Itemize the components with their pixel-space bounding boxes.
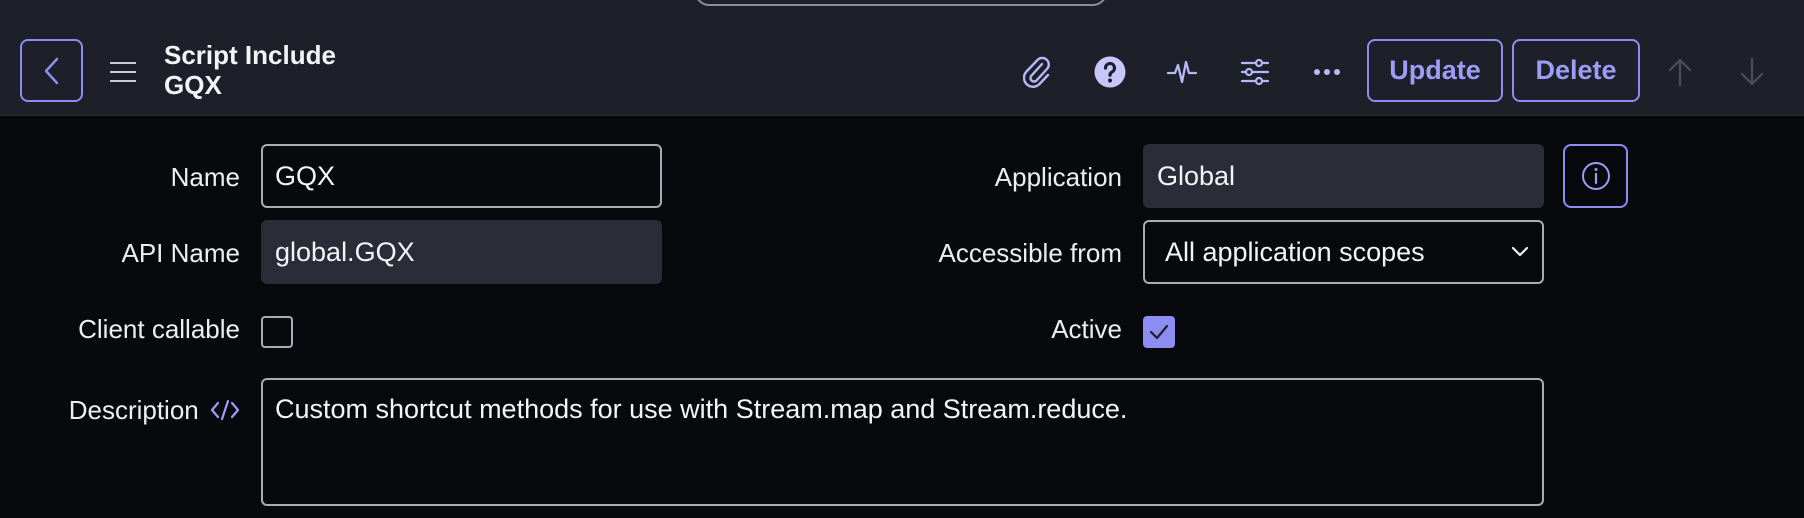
top-bar [0, 0, 1804, 24]
application-field: Global [1143, 144, 1544, 208]
activity-icon[interactable] [1162, 52, 1202, 92]
record-title: Script Include GQX [164, 40, 336, 100]
active-checkbox[interactable] [1143, 316, 1175, 348]
active-label: Active [1051, 314, 1122, 344]
code-icon[interactable] [210, 399, 240, 421]
description-label-row: Description [20, 378, 240, 442]
update-button[interactable]: Update [1367, 39, 1503, 102]
name-field[interactable]: GQX [261, 144, 662, 208]
arrow-up-icon[interactable] [1660, 52, 1700, 92]
chevron-down-icon [1511, 246, 1529, 257]
menu-icon[interactable] [110, 62, 136, 82]
info-icon [1581, 162, 1610, 190]
api-name-label: API Name [121, 238, 241, 268]
record-name-label: GQX [164, 70, 222, 100]
accessible-from-value: All application scopes [1165, 237, 1425, 267]
name-label: Name [170, 162, 240, 192]
chevron-left-icon [44, 57, 58, 84]
accessible-from-label: Accessible from [938, 238, 1123, 268]
paperclip-icon[interactable] [1018, 52, 1058, 92]
client-callable-checkbox[interactable] [261, 316, 293, 348]
arrow-down-icon[interactable] [1732, 52, 1772, 92]
global-search-field[interactable] [695, 0, 1107, 6]
settings-sliders-icon[interactable] [1235, 52, 1275, 92]
checkmark-icon [1149, 324, 1169, 340]
client-callable-label: Client callable [78, 314, 240, 344]
accessible-from-select[interactable]: All application scopes [1143, 220, 1544, 284]
more-icon[interactable] [1307, 52, 1347, 92]
api-name-field: global.GQX [261, 220, 662, 284]
record-type-label: Script Include [164, 40, 336, 70]
application-info-button[interactable] [1563, 144, 1628, 208]
description-textarea[interactable]: Custom shortcut methods for use with Str… [261, 378, 1544, 506]
application-label: Application [994, 162, 1122, 192]
back-button[interactable] [20, 39, 83, 102]
help-icon[interactable] [1090, 52, 1130, 92]
description-label: Description [68, 395, 199, 425]
delete-button[interactable]: Delete [1512, 39, 1640, 102]
form-header: Script Include GQX Update Delete [0, 24, 1804, 116]
